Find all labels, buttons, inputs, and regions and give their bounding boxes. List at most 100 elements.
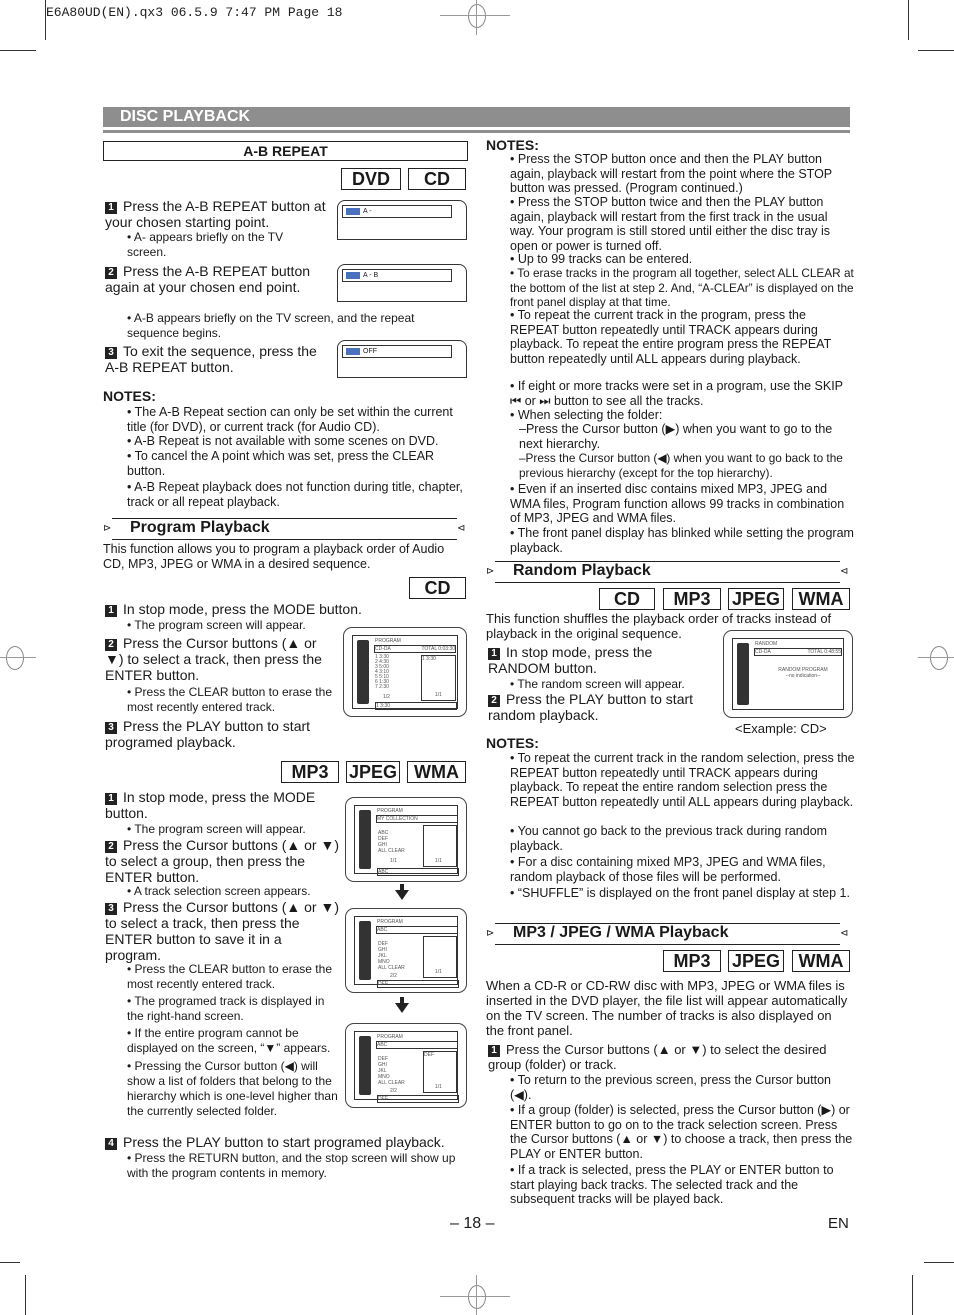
notes-heading: NOTES: — [486, 137, 539, 153]
section-ornament: ⊳ — [486, 566, 495, 577]
remote-icon — [359, 921, 371, 980]
registration-mark — [440, 1296, 510, 1297]
tag-cd: CD — [409, 577, 466, 599]
random-section-header: Random Playback — [495, 561, 840, 583]
tag-wma: WMA — [792, 588, 850, 610]
crop-mark — [0, 50, 36, 51]
note-item: • “SHUFFLE” is displayed on the front pa… — [510, 886, 850, 900]
note-item: • A-B Repeat playback does not function … — [127, 480, 463, 509]
sub-item: • Press the CLEAR button to erase the mo… — [127, 962, 332, 991]
down-arrow-icon — [395, 890, 409, 900]
ab-step-1: 1 Press the A-B REPEAT button at your cho… — [105, 198, 326, 230]
crop-mark — [908, 0, 909, 40]
repeat-icon — [346, 208, 360, 215]
section-ornament: ⊳ — [103, 523, 112, 534]
crop-mark — [912, 1275, 913, 1315]
sub-item: • The random screen will appear. — [510, 677, 685, 691]
tag-wma: WMA — [792, 950, 850, 972]
note-item: • When selecting the folder: — [510, 408, 663, 422]
note-item: • To return to the previous screen, pres… — [510, 1073, 831, 1102]
section-ornament: ⊳ — [486, 928, 495, 939]
registration-mark — [476, 1275, 477, 1315]
registration-mark — [440, 15, 510, 16]
section-ornament: ⊲ — [840, 928, 849, 939]
section-ornament: ⊲ — [457, 523, 466, 534]
program-mp3-step-4: 4 Press the PLAY button to start programe… — [105, 1134, 475, 1150]
crop-mark — [918, 50, 954, 51]
note-item: • If a track is selected, press the PLAY… — [510, 1163, 834, 1206]
note-item: • Even if an inserted disc contains mixe… — [510, 482, 845, 525]
osd-screen: A - B — [337, 264, 467, 302]
mp3-step-1: 1 Press the Cursor buttons (▲ or ▼) to se… — [488, 1042, 827, 1072]
sub-item: • A track selection screen appears. — [127, 884, 311, 898]
repeat-icon — [346, 348, 360, 355]
sub-item: • The programed track is displayed in th… — [127, 994, 325, 1023]
random-step-2: 2 Press the PLAY button to start random p… — [488, 691, 694, 723]
crop-mark — [0, 1262, 20, 1263]
tv-screen-program-cd: PROGRAM CD-DA TOTAL 0:03:30 1 3:30 2 4:30 3… — [343, 627, 467, 717]
tag-wma: WMA — [407, 761, 466, 783]
sub-item: • Pressing the Cursor button (◀) will sh… — [127, 1059, 338, 1118]
sub-item: • Press the CLEAR button to erase the mo… — [127, 685, 332, 714]
remote-icon — [737, 643, 749, 705]
note-item: • For a disc containing mixed MP3, JPEG … — [510, 855, 826, 884]
note-item: • If eight or more tracks were set in a … — [510, 379, 843, 408]
note-item: • Up to 99 tracks can be entered. — [510, 252, 693, 266]
note-item: • A-B Repeat is not available with some … — [127, 434, 439, 448]
manual-page: { "slug": "E6A80UD(EN).qx3 06.5.9 7:47 P… — [0, 0, 954, 1315]
program-cd-step-2: 2 Press the Cursor buttons (▲ or ▼) to se… — [105, 635, 322, 683]
program-mp3-step-1: 1 In stop mode, press the MODE button. — [105, 789, 316, 821]
registration-mark — [930, 646, 948, 670]
note-item: • To erase tracks in the program all tog… — [510, 266, 854, 309]
ab-step-2-sub: • A-B appears briefly on the TV screen, … — [127, 311, 415, 340]
osd-screen: A - — [337, 200, 467, 240]
sub-item: • The program screen will appear. — [127, 618, 306, 632]
tv-screen-program-track: PROGRAM ABC DEF GHI JKL MNO ALL CLEAR 2/2 1/… — [345, 908, 467, 993]
note-item: • To repeat the current track in the pro… — [510, 308, 832, 366]
section-title: DISC PLAYBACK — [120, 108, 251, 125]
note-item: • If a group (folder) is selected, press… — [510, 1103, 853, 1161]
language-label: EN — [828, 1215, 849, 1232]
tag-mp3: MP3 — [663, 588, 721, 610]
sub-item: • Press the RETURN button, and the stop … — [127, 1151, 456, 1180]
tag-cd: CD — [599, 588, 655, 610]
crop-mark — [45, 0, 46, 40]
note-item: –Press the Cursor button (▶) when you wa… — [519, 422, 833, 451]
sub-item: • The program screen will appear. — [127, 822, 306, 836]
remote-icon — [359, 810, 371, 869]
notes-heading: NOTES: — [486, 735, 539, 751]
tag-dvd: DVD — [341, 168, 401, 190]
note-item: • The A-B Repeat section can only be set… — [127, 405, 453, 434]
random-step-1: 1 In stop mode, press the RANDOM button. — [488, 644, 653, 676]
note-item: • Press the STOP button twice and then t… — [510, 195, 831, 253]
registration-mark — [468, 4, 486, 28]
tv-screen-program-group: PROGRAM MY COLLECTION ABC DEF GHI ALL CLEAR… — [345, 797, 467, 882]
crop-mark — [924, 1262, 954, 1263]
page-number: – 18 – — [450, 1215, 495, 1232]
tag-cd: CD — [408, 168, 466, 190]
registration-mark — [0, 657, 36, 658]
mp3-section-header: MP3 / JPEG / WMA Playback — [495, 923, 840, 945]
section-header-bar: DISC PLAYBACK — [103, 107, 850, 130]
tag-jpeg: JPEG — [728, 588, 784, 610]
program-intro: This function allows you to program a pl… — [103, 542, 445, 571]
example-caption: <Example: CD> — [735, 721, 827, 736]
tv-screen-random: RANDOM CD-DA TOTAL 0:48:55 RANDOM PROGRAM… — [723, 630, 853, 718]
note-item: • You cannot go back to the previous tra… — [510, 824, 828, 853]
program-mp3-step-3: 3 Press the Cursor buttons (▲ or ▼) to se… — [105, 899, 340, 963]
tag-jpeg: JPEG — [728, 950, 784, 972]
mp3-intro: When a CD-R or CD-RW disc with MP3, JPEG… — [486, 978, 848, 1038]
note-item: • To repeat the current track in the ran… — [510, 751, 855, 809]
tag-mp3: MP3 — [663, 950, 721, 972]
notes-heading: NOTES: — [103, 388, 156, 404]
ab-step-1-sub: • A- appears briefly on the TV screen. — [127, 230, 284, 259]
remote-icon — [357, 640, 369, 704]
down-arrow-icon — [395, 1003, 409, 1013]
note-item: • The front panel display has blinked wh… — [510, 526, 854, 555]
program-mp3-step-2: 2 Press the Cursor buttons (▲ or ▼) to se… — [105, 837, 340, 885]
sub-item: • If the entire program cannot be displa… — [127, 1026, 331, 1055]
tag-mp3: MP3 — [281, 761, 339, 783]
note-item: –Press the Cursor button (◀) when you wa… — [519, 451, 843, 480]
program-cd-step-3: 3 Press the PLAY button to start programe… — [105, 718, 311, 750]
crop-mark — [25, 1275, 26, 1315]
